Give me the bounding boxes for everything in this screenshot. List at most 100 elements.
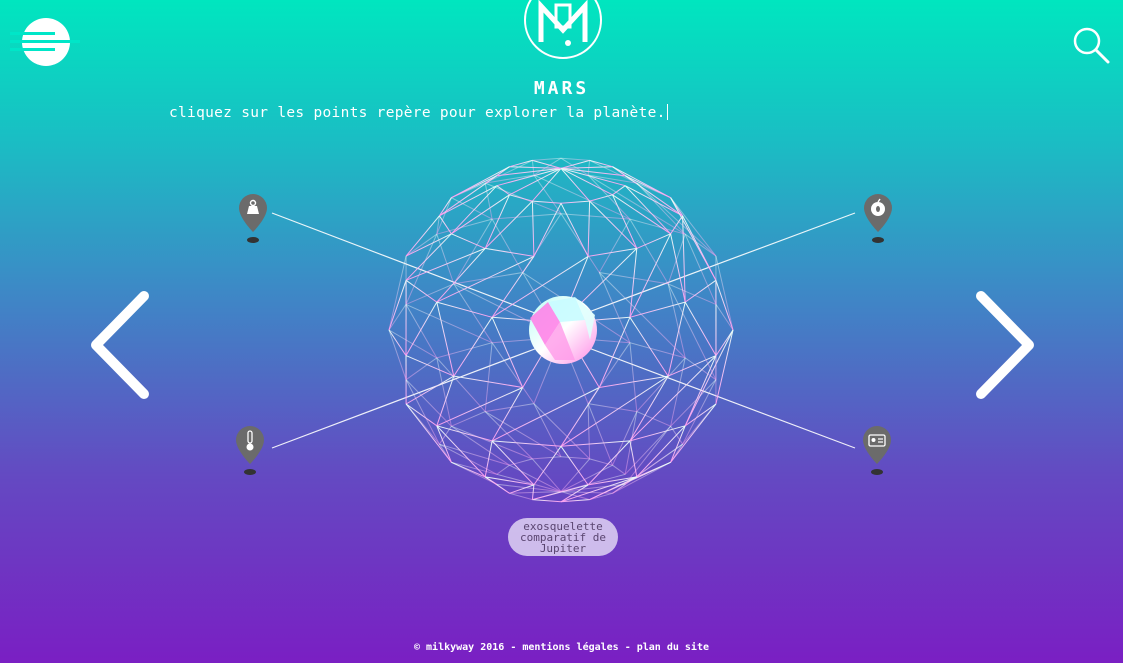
mesh-edge [436, 342, 493, 359]
mesh-edge [491, 317, 524, 388]
mesh-edge [405, 304, 438, 359]
mesh-edge [492, 440, 562, 447]
mesh-edge [715, 280, 734, 331]
inner-planet[interactable] [529, 296, 597, 364]
mesh-edge [436, 357, 452, 427]
mesh-edge [405, 379, 440, 445]
mesh-edge [587, 342, 631, 404]
mesh-edge [436, 425, 493, 442]
planet-scene [236, 157, 892, 503]
mesh-edge [684, 357, 717, 381]
mesh-edge [670, 197, 717, 257]
mesh-edge [405, 279, 438, 303]
mesh-edge [682, 215, 686, 303]
mesh-edge [491, 387, 600, 442]
mesh-edge [715, 255, 734, 331]
mesh-edge [532, 157, 562, 161]
pin-temperature[interactable] [236, 426, 264, 475]
mesh-edge [405, 247, 486, 281]
caption-button[interactable]: exosquelette comparatif de Jupiter [508, 518, 618, 556]
mesh-edge [629, 218, 686, 235]
mesh-edge [589, 194, 613, 202]
mesh-edge [388, 329, 438, 359]
mesh-edge [522, 213, 562, 273]
mesh-edge [587, 201, 591, 257]
mesh-edge [438, 425, 452, 445]
legal-link[interactable]: mentions légales [522, 642, 618, 653]
footer-separator: - [504, 642, 523, 653]
mesh-edge [405, 375, 455, 405]
mesh-edge [436, 301, 455, 377]
mesh-edge [667, 234, 686, 285]
mesh-edge [436, 301, 493, 318]
pin-id[interactable] [863, 426, 891, 475]
mesh-edge [684, 279, 717, 303]
pin-core[interactable] [864, 194, 892, 243]
footer: © milkyway 2016 - mentions légales - pla… [0, 642, 1123, 653]
mesh-edge [598, 218, 631, 273]
mesh-edge [388, 329, 407, 356]
mesh-edge [451, 411, 486, 427]
mesh-edge [636, 233, 671, 249]
sitemap-link[interactable]: plan du site [637, 642, 709, 653]
mesh-edge [533, 403, 590, 460]
mesh-edge [629, 342, 638, 412]
caption-label: exosquelette comparatif de Jupiter [519, 519, 607, 555]
mesh-edge [496, 464, 510, 475]
footer-separator: - [618, 642, 637, 653]
mesh-edge [405, 357, 438, 381]
mesh-edge [451, 166, 510, 199]
pin-weight[interactable] [239, 194, 267, 243]
mesh-edge [532, 499, 562, 503]
mesh-edge [509, 167, 562, 196]
mesh-edge [715, 329, 734, 405]
mesh-edge [560, 375, 669, 447]
mesh-edge [560, 473, 626, 493]
mesh-edge [453, 272, 523, 285]
mesh-edge [670, 357, 686, 427]
mesh-edge [624, 175, 683, 217]
mesh-edge [484, 200, 533, 249]
mesh-edge [491, 218, 524, 273]
mesh-edge [509, 491, 562, 494]
mesh-edge [598, 317, 631, 388]
mesh-edge [436, 375, 455, 426]
mesh-edge [492, 213, 562, 220]
mesh-edge [589, 458, 613, 466]
mesh-edge [587, 403, 613, 466]
mesh-edge [509, 464, 562, 493]
mesh-edge [531, 201, 535, 257]
mesh-edge [560, 167, 626, 187]
mesh-edge [451, 233, 486, 249]
mesh-edge [388, 280, 407, 331]
mesh-edge [636, 411, 671, 427]
mesh-edge [684, 301, 717, 356]
mesh-edge [560, 200, 590, 204]
mesh-edge [560, 440, 630, 447]
mesh-edge [532, 458, 562, 492]
mesh-edge [451, 197, 493, 220]
mesh-edge [612, 464, 626, 475]
mesh-edge [436, 218, 493, 235]
mesh-edge [629, 301, 686, 318]
mesh-edge [667, 283, 686, 359]
mesh-edge [388, 255, 407, 331]
mesh-edge [670, 425, 684, 445]
mesh-edge [629, 317, 669, 377]
mesh-edge [405, 301, 438, 356]
mesh-edge [560, 456, 590, 460]
mesh-edge [436, 255, 535, 303]
mesh-edge [670, 403, 717, 463]
mesh-edge [624, 411, 638, 475]
mesh-edge [560, 157, 590, 161]
mesh-edge [388, 329, 407, 380]
mesh-edge [405, 355, 454, 377]
mesh-edge [587, 403, 591, 459]
copyright: © milkyway 2016 [413, 642, 505, 653]
mesh-edge [496, 473, 562, 493]
mesh-edge [560, 213, 600, 273]
mesh-edge [509, 492, 533, 501]
mesh-edge [612, 461, 671, 494]
mesh-edge [589, 200, 638, 249]
mesh-edge [532, 456, 562, 460]
